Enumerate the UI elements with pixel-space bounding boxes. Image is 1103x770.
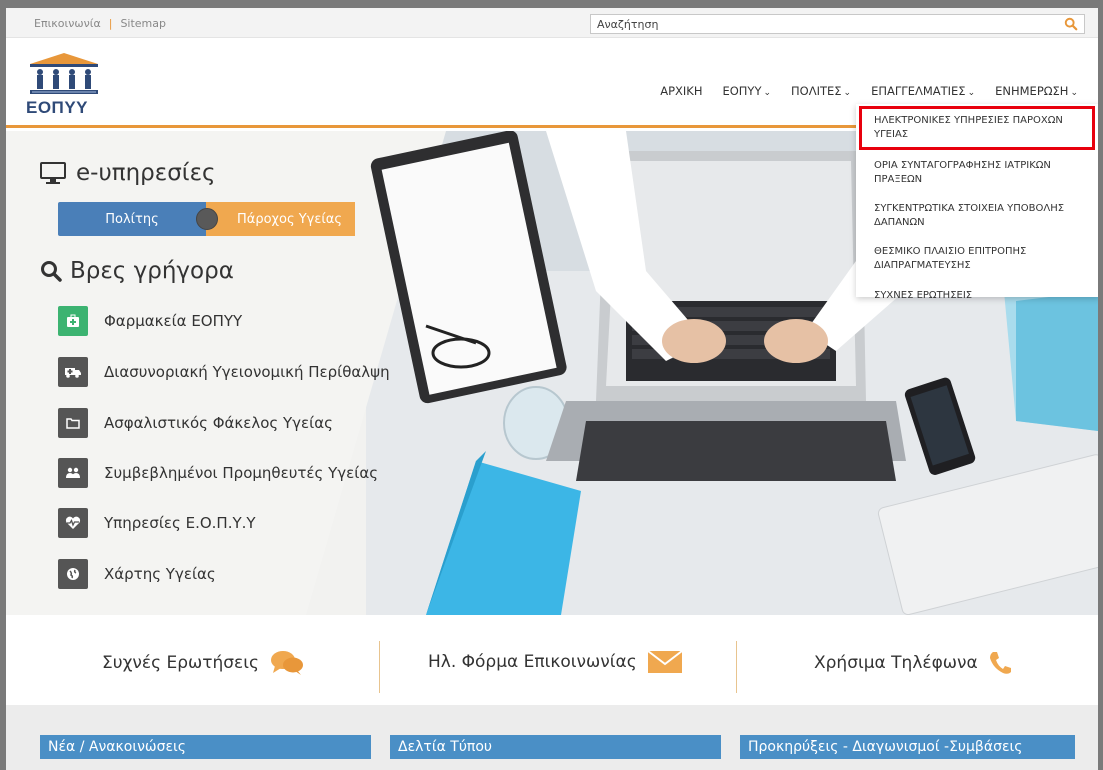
divider: [736, 641, 737, 693]
monitor-icon: [40, 162, 66, 184]
toggle-provider-label: Πάροχος Υγείας: [236, 211, 343, 227]
search-placeholder: Αναζήτηση: [597, 18, 659, 31]
logo-emblem-icon: [30, 53, 98, 94]
ambulance-icon: [58, 357, 88, 387]
toggle-provider[interactable]: Πάροχος Υγείας: [206, 202, 355, 236]
quick-link-health-folder[interactable]: Ασφαλιστικός Φάκελος Υγείας: [58, 408, 333, 438]
chevron-down-icon: ⌄: [763, 88, 772, 98]
sitemap-link[interactable]: Sitemap: [120, 17, 166, 30]
nav-label: ΠΟΛΙΤΕΣ: [791, 84, 842, 98]
nav-item-updates[interactable]: ΕΝΗΜΕΡΩΣΗ ⌄: [985, 84, 1088, 98]
top-bar: Επικοινωνία | Sitemap Αναζήτηση: [6, 8, 1098, 38]
dropdown-item-expense-data[interactable]: ΣΥΓΚΕΝΤΡΩΤΙΚΑ ΣΤΟΙΧΕΙΑ ΥΠΟΒΟΛΗΣ ΔΑΠΑΝΩΝ: [874, 202, 1088, 230]
faq-link[interactable]: Συχνές Ερωτήσεις: [102, 650, 305, 676]
divider: [379, 641, 380, 693]
news-column-label: Δελτία Τύπου: [398, 739, 493, 755]
globe-icon: [58, 559, 88, 589]
user-type-toggle[interactable]: Πολίτης Πάροχος Υγείας: [58, 202, 355, 236]
quick-find-title: Βρες γρήγορα: [70, 258, 234, 284]
contact-form-link[interactable]: Ηλ. Φόρμα Επικοινωνίας: [428, 650, 683, 674]
nav-item-professionals[interactable]: ΕΠΑΓΓΕΛΜΑΤΙΕΣ ⌄: [861, 84, 985, 98]
quick-find-heading: Βρες γρήγορα: [40, 258, 234, 284]
search-input[interactable]: Αναζήτηση: [590, 14, 1085, 34]
professionals-dropdown-menu: ΗΛΕΚΤΡΟΝΙΚΕΣ ΥΠΗΡΕΣΙΕΣ ΠΑΡΟΧΩΝ ΥΓΕΙΑΣ ΟΡ…: [856, 104, 1098, 301]
faq-label: Συχνές Ερωτήσεις: [102, 653, 259, 673]
dropdown-item-negotiation-framework[interactable]: ΘΕΣΜΙΚΟ ΠΛΑΙΣΙΟ ΕΠΙΤΡΟΠΗΣ ΔΙΑΠΡΑΓΜΑΤΕΥΣΗ…: [874, 245, 1088, 273]
news-section: Νέα / Ανακοινώσεις Δελτία Τύπου Προκηρύξ…: [6, 705, 1098, 770]
nav-item-eopyy[interactable]: ΕΟΠΥΥ ⌄: [712, 84, 781, 98]
logo-text: ΕΟΠΥΥ: [26, 98, 89, 117]
quick-link-label: Χάρτης Υγείας: [104, 565, 216, 583]
contact-link[interactable]: Επικοινωνία: [34, 17, 101, 30]
search-icon[interactable]: [1064, 17, 1078, 31]
phones-label: Χρήσιμα Τηλέφωνα: [814, 653, 978, 673]
heartbeat-icon: [58, 508, 88, 538]
main-nav: ΑΡΧΙΚΗ ΕΟΠΥΥ ⌄ ΠΟΛΙΤΕΣ ⌄ ΕΠΑΓΓΕΛΜΑΤΙΕΣ ⌄ ΕΝ…: [650, 84, 1088, 98]
quick-link-health-map[interactable]: Χάρτης Υγείας: [58, 559, 216, 589]
phones-link[interactable]: Χρήσιμα Τηλέφωνα: [814, 650, 1012, 676]
browser-page: Επικοινωνία | Sitemap Αναζήτηση ΕΟΠΥΥ ΑΡ…: [6, 8, 1098, 770]
news-column-label: Προκηρύξεις - Διαγωνισμοί -Συμβάσεις: [748, 739, 1023, 755]
useful-links-row: Συχνές Ερωτήσεις Ηλ. Φόρμα Επικοινωνίας …: [6, 615, 1098, 705]
nav-label: ΕΟΠΥΥ: [722, 84, 762, 98]
news-announcements-header[interactable]: Νέα / Ανακοινώσεις: [40, 735, 371, 759]
chat-bubbles-icon: [270, 651, 303, 675]
top-links: Επικοινωνία | Sitemap: [34, 17, 166, 30]
toggle-citizen[interactable]: Πολίτης: [58, 202, 206, 236]
quick-link-label: Συμβεβλημένοι Προμηθευτές Υγείας: [104, 464, 379, 482]
folder-icon: [58, 408, 88, 438]
search-icon: [41, 261, 62, 282]
news-column-label: Νέα / Ανακοινώσεις: [48, 739, 187, 755]
dropdown-item-faq[interactable]: ΣΥΧΝΕΣ ΕΡΩΤΗΣΕΙΣ: [874, 289, 1088, 303]
quick-link-pharmacies[interactable]: Φαρμακεία ΕΟΠΥΥ: [58, 306, 242, 336]
chevron-down-icon: ⌄: [1070, 88, 1078, 98]
chevron-down-icon: ⌄: [843, 88, 852, 98]
eservices-title: e-υπηρεσίες: [76, 160, 216, 186]
quick-link-label: Ασφαλιστικός Φάκελος Υγείας: [104, 414, 333, 432]
quick-link-label: Φαρμακεία ΕΟΠΥΥ: [104, 312, 243, 330]
quick-link-suppliers[interactable]: Συμβεβλημένοι Προμηθευτές Υγείας: [58, 458, 378, 488]
chevron-down-icon: ⌄: [967, 88, 976, 98]
top-links-separator: |: [108, 17, 113, 30]
nav-label: ΕΠΑΓΓΕΛΜΑΤΙΕΣ: [871, 84, 966, 98]
users-icon: [58, 458, 88, 488]
nav-item-citizens[interactable]: ΠΟΛΙΤΕΣ ⌄: [781, 84, 861, 98]
nav-item-home[interactable]: ΑΡΧΙΚΗ: [650, 84, 712, 98]
eservices-heading: e-υπηρεσίες: [40, 160, 216, 186]
press-releases-header[interactable]: Δελτία Τύπου: [390, 735, 721, 759]
toggle-citizen-label: Πολίτης: [105, 211, 159, 227]
pharmacy-icon: [58, 306, 88, 336]
dropdown-item-prescription-limits[interactable]: ΟΡΙΑ ΣΥΝΤΑΓΟΓΡΑΦΗΣΗΣ ΙΑΤΡΙΚΩΝ ΠΡΑΞΕΩΝ: [874, 159, 1088, 187]
nav-label: ΑΡΧΙΚΗ: [660, 84, 703, 98]
quick-link-label: Υπηρεσίες Ε.Ο.Π.Υ.Υ: [104, 514, 256, 532]
phone-icon: [989, 652, 1011, 674]
quick-link-label: Διασυνοριακή Υγειονομική Περίθαλψη: [104, 363, 390, 381]
quick-link-crossborder[interactable]: Διασυνοριακή Υγειονομική Περίθαλψη: [58, 357, 390, 387]
tenders-header[interactable]: Προκηρύξεις - Διαγωνισμοί -Συμβάσεις: [740, 735, 1075, 759]
nav-label: ΕΝΗΜΕΡΩΣΗ: [995, 84, 1069, 98]
envelope-icon: [647, 650, 683, 673]
quick-link-services[interactable]: Υπηρεσίες Ε.Ο.Π.Υ.Υ: [58, 508, 256, 538]
contact-form-label: Ηλ. Φόρμα Επικοινωνίας: [428, 652, 637, 672]
eopyy-logo[interactable]: ΕΟΠΥΥ: [26, 52, 102, 118]
toggle-knob[interactable]: [196, 208, 218, 230]
dropdown-item-eservices-providers[interactable]: ΗΛΕΚΤΡΟΝΙΚΕΣ ΥΠΗΡΕΣΙΕΣ ΠΑΡΟΧΩΝ ΥΓΕΙΑΣ: [874, 114, 1088, 142]
